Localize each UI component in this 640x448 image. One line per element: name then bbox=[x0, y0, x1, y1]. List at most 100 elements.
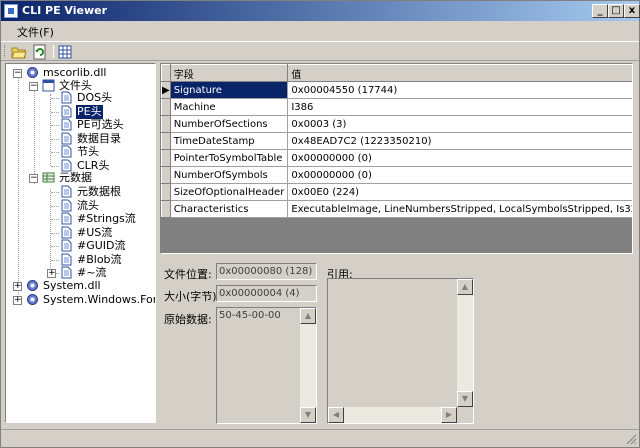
tree-node-fh-children-1[interactable]: PE头 bbox=[42, 104, 142, 119]
row-header[interactable] bbox=[161, 200, 171, 218]
resize-grip-icon[interactable] bbox=[625, 433, 637, 445]
tree-node-md-children-5[interactable]: #Blob流 bbox=[42, 253, 142, 267]
field-cell[interactable]: Machine bbox=[169, 98, 289, 116]
tree-node-md-children-2[interactable]: #Strings流 bbox=[42, 212, 142, 226]
close-button[interactable]: x bbox=[624, 4, 640, 18]
menu-bar: 文件(F) bbox=[1, 21, 639, 40]
table-row[interactable]: ▶ Signature 0x00004550 (17744) bbox=[161, 81, 632, 99]
row-header[interactable] bbox=[161, 183, 171, 201]
header-fields-grid[interactable]: 字段 值 ▶ Signature 0x00004550 (17744) Machine… bbox=[160, 63, 633, 254]
tree-label: #GUID流 bbox=[77, 239, 126, 252]
title-bar[interactable]: CLI PE Viewer _ □ x bbox=[1, 1, 640, 21]
tree-node-fh-children-3[interactable]: 数据目录 bbox=[42, 132, 142, 146]
tree-node-md-children-0[interactable]: 元数据根 bbox=[42, 185, 142, 199]
scroll-up-button[interactable]: ▲ bbox=[300, 308, 316, 324]
references-hscrollbar[interactable]: ◀ ▶ bbox=[328, 407, 457, 423]
value-cell[interactable]: 0x0003 (3) bbox=[287, 115, 632, 133]
row-header[interactable] bbox=[161, 149, 171, 167]
row-header[interactable] bbox=[161, 98, 171, 116]
value-cell[interactable]: 0x00E0 (224) bbox=[287, 183, 632, 201]
expander[interactable]: + bbox=[47, 269, 56, 278]
field-cell[interactable]: NumberOfSections bbox=[169, 115, 289, 133]
value-cell[interactable]: I386 bbox=[287, 98, 632, 116]
table-row[interactable]: NumberOfSymbols 0x00000000 (0) bbox=[161, 166, 632, 184]
field-cell[interactable]: NumberOfSymbols bbox=[169, 166, 289, 184]
tree-node-fh-children-0[interactable]: DOS头 bbox=[42, 91, 142, 105]
tree-label: PE可选头 bbox=[77, 118, 124, 131]
pe-structure-tree[interactable]: − mscorlib.dll − 文件头 DOS头 PE头 PE可选头 数据目录 节头 C… bbox=[5, 63, 156, 423]
row-header[interactable]: ▶ bbox=[161, 81, 171, 99]
tree-label: #~流 bbox=[77, 266, 107, 279]
grid-icon[interactable] bbox=[57, 44, 73, 60]
table-row[interactable]: SizeOfOptionalHeader 0x00E0 (224) bbox=[161, 183, 632, 201]
file-position-field[interactable]: 0x00000080 (128) bbox=[216, 263, 317, 280]
field-cell[interactable]: TimeDateStamp bbox=[169, 132, 289, 150]
field-cell[interactable]: PointerToSymbolTable bbox=[169, 149, 289, 167]
tree-label: #Blob流 bbox=[77, 252, 122, 266]
toolbar-grip[interactable] bbox=[4, 45, 7, 58]
tree-label: mscorlib.dll bbox=[43, 66, 107, 79]
column-header-value[interactable]: 值 bbox=[287, 64, 632, 82]
scroll-down-button[interactable]: ▼ bbox=[300, 407, 316, 423]
table-row[interactable]: NumberOfSections 0x0003 (3) bbox=[161, 115, 632, 133]
document-icon bbox=[60, 239, 73, 252]
references-vscrollbar[interactable]: ▲ ▼ bbox=[457, 279, 473, 407]
maximize-button[interactable]: □ bbox=[608, 4, 624, 18]
field-cell[interactable]: Signature bbox=[169, 81, 289, 99]
tree-node-md-children-6[interactable]: #~流 + bbox=[42, 266, 142, 280]
gear-icon bbox=[26, 279, 39, 292]
document-icon bbox=[60, 253, 73, 266]
expander[interactable]: − bbox=[29, 82, 38, 91]
table-row[interactable]: TimeDateStamp 0x48EAD7C2 (1223350210) bbox=[161, 132, 632, 150]
table-row[interactable]: PointerToSymbolTable 0x00000000 (0) bbox=[161, 149, 632, 167]
raw-data-scrollbar[interactable]: ▲ ▼ bbox=[300, 308, 316, 423]
value-cell[interactable]: ExecutableImage, LineNumbersStripped, Lo… bbox=[287, 200, 632, 218]
expander[interactable]: − bbox=[29, 174, 38, 183]
fields-table: 字段 值 ▶ Signature 0x00004550 (17744) Machine… bbox=[161, 64, 632, 218]
refresh-icon[interactable] bbox=[32, 44, 48, 60]
expander[interactable]: − bbox=[13, 69, 22, 78]
field-cell[interactable]: SizeOfOptionalHeader bbox=[169, 183, 289, 201]
tree-node-fh-children-2[interactable]: PE可选头 bbox=[42, 118, 142, 132]
toolbar-separator bbox=[53, 45, 54, 58]
raw-data-label: 原始数据: bbox=[164, 313, 212, 326]
minimize-button[interactable]: _ bbox=[592, 4, 608, 18]
expander[interactable]: + bbox=[13, 296, 22, 305]
row-header[interactable] bbox=[161, 166, 171, 184]
raw-data-value: 50-45-00-00 bbox=[219, 310, 281, 321]
tree-node-system-windows-forms[interactable]: + System.Windows.Forms.dll bbox=[10, 293, 155, 307]
tree-node-fh-children-4[interactable]: 节头 bbox=[42, 145, 142, 159]
value-cell[interactable]: 0x00000000 (0) bbox=[287, 166, 632, 184]
app-icon bbox=[4, 4, 18, 18]
grid-header-row: 字段 值 bbox=[161, 64, 632, 82]
row-header[interactable] bbox=[161, 115, 171, 133]
references-list[interactable]: ▲ ▼ ◀ ▶ bbox=[327, 278, 474, 424]
field-cell[interactable]: Characteristics bbox=[169, 200, 289, 218]
tree-node-metadata[interactable]: − 元数据 bbox=[26, 171, 146, 185]
menu-file[interactable]: 文件(F) bbox=[17, 24, 54, 40]
tree-node-system-dll[interactable]: + System.dll bbox=[10, 279, 150, 293]
column-header-field[interactable]: 字段 bbox=[169, 64, 289, 82]
tree-node-md-children-4[interactable]: #GUID流 bbox=[42, 239, 142, 253]
scroll-right-button[interactable]: ▶ bbox=[441, 407, 457, 423]
tree-node-md-children-1[interactable]: 流头 bbox=[42, 199, 142, 213]
value-cell[interactable]: 0x00000000 (0) bbox=[287, 149, 632, 167]
open-folder-icon[interactable] bbox=[11, 44, 27, 60]
window-title: CLI PE Viewer bbox=[22, 4, 108, 17]
tree-node-md-children-3[interactable]: #US流 bbox=[42, 226, 142, 240]
scroll-down-button[interactable]: ▼ bbox=[457, 391, 473, 407]
value-cell[interactable]: 0x48EAD7C2 (1223350210) bbox=[287, 132, 632, 150]
table-row[interactable]: Characteristics ExecutableImage, LineNumb… bbox=[161, 200, 632, 218]
scroll-up-button[interactable]: ▲ bbox=[457, 279, 473, 295]
table-icon bbox=[42, 171, 55, 184]
row-header[interactable] bbox=[161, 132, 171, 150]
raw-data-textarea[interactable]: 50-45-00-00 ▲ ▼ bbox=[216, 307, 317, 424]
tree-label: 元数据 bbox=[59, 171, 92, 184]
tree-node-root[interactable]: − mscorlib.dll bbox=[10, 66, 150, 80]
expander[interactable]: + bbox=[13, 282, 22, 291]
value-cell[interactable]: 0x00004550 (17744) bbox=[287, 81, 632, 99]
size-field[interactable]: 0x00000004 (4) bbox=[216, 285, 317, 302]
toolbar bbox=[1, 41, 639, 61]
table-row[interactable]: Machine I386 bbox=[161, 98, 632, 116]
scroll-left-button[interactable]: ◀ bbox=[328, 407, 344, 423]
